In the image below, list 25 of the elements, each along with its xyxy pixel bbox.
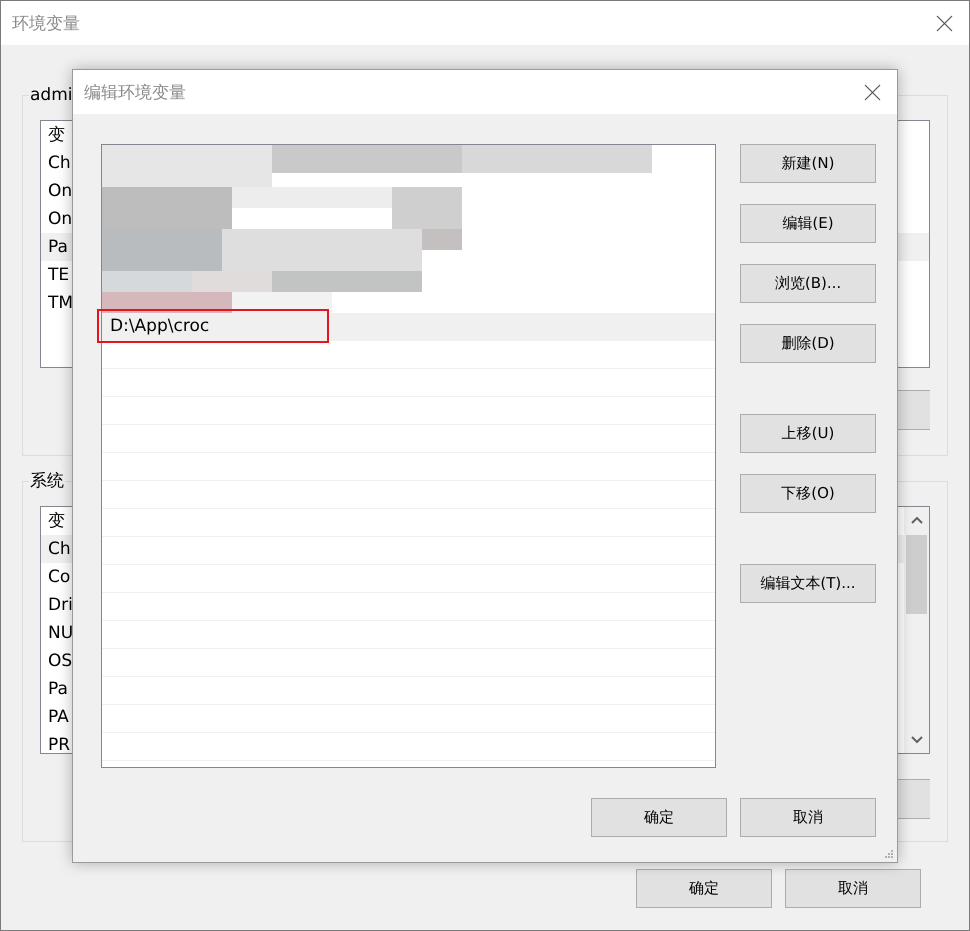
button[interactable] [896,390,930,430]
button[interactable]: 确定 [636,869,772,908]
dialog-title: 编辑环境变量 [84,82,186,104]
close-icon[interactable] [864,84,881,100]
button[interactable]: 取消 [785,869,921,908]
resize-grip-icon[interactable] [884,849,894,859]
button[interactable]: 上移(U) [740,414,876,453]
button[interactable]: 浏览(B)... [740,264,876,303]
column-header: 变 [47,124,66,147]
column-header: 变 [47,510,66,533]
button[interactable]: 确定 [591,798,727,837]
close-icon[interactable] [936,14,953,32]
scrollbar[interactable] [904,507,929,753]
chevron-down-icon[interactable] [911,736,923,744]
window-title: 环境变量 [12,12,80,34]
button[interactable]: 新建(N) [740,144,876,183]
list-item[interactable]: D:\App\croc [102,313,715,341]
button[interactable]: 下移(O) [740,474,876,513]
button[interactable]: 删除(D) [740,324,876,363]
button[interactable]: 取消 [740,798,876,837]
button[interactable] [896,779,930,819]
chevron-up-icon[interactable] [911,516,923,524]
scrollbar-thumb[interactable] [906,535,927,614]
button[interactable]: 编辑(E) [740,204,876,243]
button[interactable]: 编辑文本(T)... [740,564,876,603]
